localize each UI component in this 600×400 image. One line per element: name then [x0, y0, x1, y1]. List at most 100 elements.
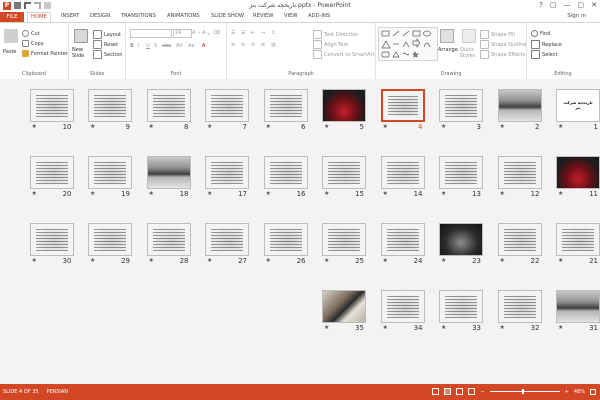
strikethrough-button[interactable]: abc: [162, 43, 171, 49]
animation-star-icon[interactable]: ★: [90, 257, 95, 264]
layout-button[interactable]: Layout: [93, 30, 121, 39]
animation-star-icon[interactable]: ★: [383, 190, 388, 197]
animation-star-icon[interactable]: ★: [149, 123, 154, 130]
arrange-button[interactable]: Arrange: [438, 47, 458, 53]
bold-button[interactable]: B: [130, 43, 134, 49]
shape-fill-button[interactable]: Shape Fill: [480, 30, 515, 39]
tab-review[interactable]: REVIEW: [253, 13, 273, 19]
slide-preview[interactable]: [88, 89, 132, 122]
slide-preview[interactable]: [29, 223, 74, 256]
text-direction-button[interactable]: Text Direction: [313, 30, 358, 39]
slide-thumbnail-26[interactable]: ★ 26: [263, 223, 308, 265]
slide-preview[interactable]: [263, 89, 308, 122]
slide-thumbnail-30[interactable]: ★ 30: [29, 223, 74, 265]
slide-preview[interactable]: [322, 290, 366, 323]
shapes-gallery[interactable]: [378, 27, 438, 61]
arrange-icon[interactable]: [440, 29, 454, 43]
slide-thumbnail-29[interactable]: ★ 29: [88, 223, 132, 265]
animation-star-icon[interactable]: ★: [207, 257, 212, 264]
animation-star-icon[interactable]: ★: [558, 190, 563, 197]
tab-file[interactable]: FILE: [0, 12, 24, 22]
slide-thumbnail-6[interactable]: ★ 6: [263, 89, 308, 131]
slide-thumbnail-7[interactable]: ★ 7: [205, 89, 249, 131]
slide-thumbnail-31[interactable]: ★ 31: [556, 290, 600, 332]
animation-star-icon[interactable]: ★: [149, 190, 154, 197]
animation-star-icon[interactable]: ★: [207, 123, 212, 130]
align-right-icon[interactable]: ≡: [251, 42, 255, 48]
slide-sorter-view-icon[interactable]: [444, 388, 452, 395]
decrease-indent-icon[interactable]: ⇤: [251, 30, 255, 36]
slide-thumbnail-16[interactable]: ★ 16: [263, 156, 308, 198]
slide-thumbnail-32[interactable]: ★ 32: [497, 290, 542, 332]
slide-preview[interactable]: [439, 290, 483, 323]
quick-styles-icon[interactable]: [462, 29, 476, 43]
columns-icon[interactable]: ▥: [271, 42, 276, 48]
normal-view-icon[interactable]: [432, 388, 440, 395]
format-painter-button[interactable]: Format Painter: [22, 50, 68, 57]
slide-thumbnail-12[interactable]: ★ 12: [497, 156, 542, 198]
reset-button[interactable]: Reset: [93, 40, 118, 49]
shadow-button[interactable]: S: [154, 43, 157, 49]
animation-star-icon[interactable]: ★: [32, 123, 37, 130]
line-spacing-icon[interactable]: ↕: [271, 30, 275, 36]
reading-view-icon[interactable]: [456, 388, 464, 395]
select-button[interactable]: Select: [531, 50, 557, 59]
slide-thumbnail-4[interactable]: ★ 4: [380, 89, 425, 131]
align-center-icon[interactable]: ≡: [241, 42, 245, 48]
slide-thumbnail-2[interactable]: ★ 2: [497, 89, 542, 131]
new-slide-icon[interactable]: [74, 29, 88, 43]
slide-preview[interactable]: [497, 223, 542, 256]
animation-star-icon[interactable]: ★: [266, 190, 271, 197]
animation-star-icon[interactable]: ★: [324, 190, 329, 197]
shape-outline-button[interactable]: Shape Outline: [480, 40, 526, 49]
copy-button[interactable]: Copy: [22, 40, 44, 47]
font-name-box[interactable]: [130, 29, 172, 38]
slide-preview[interactable]: [439, 89, 483, 122]
slide-thumbnail-21[interactable]: ★ 21: [556, 223, 600, 265]
animation-star-icon[interactable]: ★: [90, 190, 95, 197]
slide-thumbnail-34[interactable]: ★ 34: [380, 290, 425, 332]
slide-thumbnail-27[interactable]: ★ 27: [205, 223, 249, 265]
animation-star-icon[interactable]: ★: [441, 123, 446, 130]
slide-preview[interactable]: [146, 89, 191, 122]
slide-preview[interactable]: [205, 89, 249, 122]
slide-thumbnail-9[interactable]: ★ 9: [88, 89, 132, 131]
font-size-box[interactable]: 24: [173, 29, 192, 38]
slide-thumbnail-14[interactable]: ★ 14: [380, 156, 425, 198]
increase-indent-icon[interactable]: ⇥: [261, 30, 265, 36]
zoom-slider-thumb[interactable]: [522, 389, 525, 394]
zoom-out-button[interactable]: −: [480, 389, 484, 395]
fit-slide-icon[interactable]: [590, 388, 596, 395]
slide-thumbnail-3[interactable]: ★ 3: [439, 89, 483, 131]
slide-thumbnail-1[interactable]: تاریخچه شرکت بنز ★ 1: [556, 89, 600, 131]
slide-preview[interactable]: [380, 290, 425, 323]
animation-star-icon[interactable]: ★: [500, 190, 505, 197]
maximize-button[interactable]: ▢: [578, 1, 585, 9]
slide-preview[interactable]: [439, 223, 483, 256]
slide-preview[interactable]: [497, 156, 542, 189]
underline-button[interactable]: U: [146, 43, 150, 49]
slide-thumbnail-19[interactable]: ★ 19: [88, 156, 132, 198]
tab-insert[interactable]: INSERT: [61, 13, 79, 19]
slide-preview[interactable]: [556, 223, 600, 256]
font-color-button[interactable]: A: [202, 43, 205, 49]
animation-star-icon[interactable]: ★: [32, 190, 37, 197]
slide-preview[interactable]: [205, 156, 249, 189]
shape-effects-button[interactable]: Shape Effects: [480, 50, 525, 59]
convert-to-smartart-button[interactable]: Convert to SmartArt: [313, 50, 375, 59]
tab-view[interactable]: VIEW: [284, 13, 298, 19]
slide-thumbnail-25[interactable]: ★ 25: [322, 223, 366, 265]
tab-add-ins[interactable]: ADD-INS: [308, 13, 330, 19]
cut-button[interactable]: Cut: [22, 30, 40, 37]
slide-preview[interactable]: [29, 89, 74, 122]
slide-preview[interactable]: [497, 89, 542, 122]
animation-star-icon[interactable]: ★: [90, 123, 95, 130]
slide-preview[interactable]: [88, 223, 132, 256]
slide-preview[interactable]: [205, 223, 249, 256]
ribbon-display-options-button[interactable]: ▢: [550, 1, 557, 9]
tab-design[interactable]: DESIGN: [90, 13, 110, 19]
minimize-button[interactable]: —: [564, 1, 571, 9]
animation-star-icon[interactable]: ★: [324, 257, 329, 264]
animation-star-icon[interactable]: ★: [441, 257, 446, 264]
slide-thumbnail-8[interactable]: ★ 8: [146, 89, 191, 131]
